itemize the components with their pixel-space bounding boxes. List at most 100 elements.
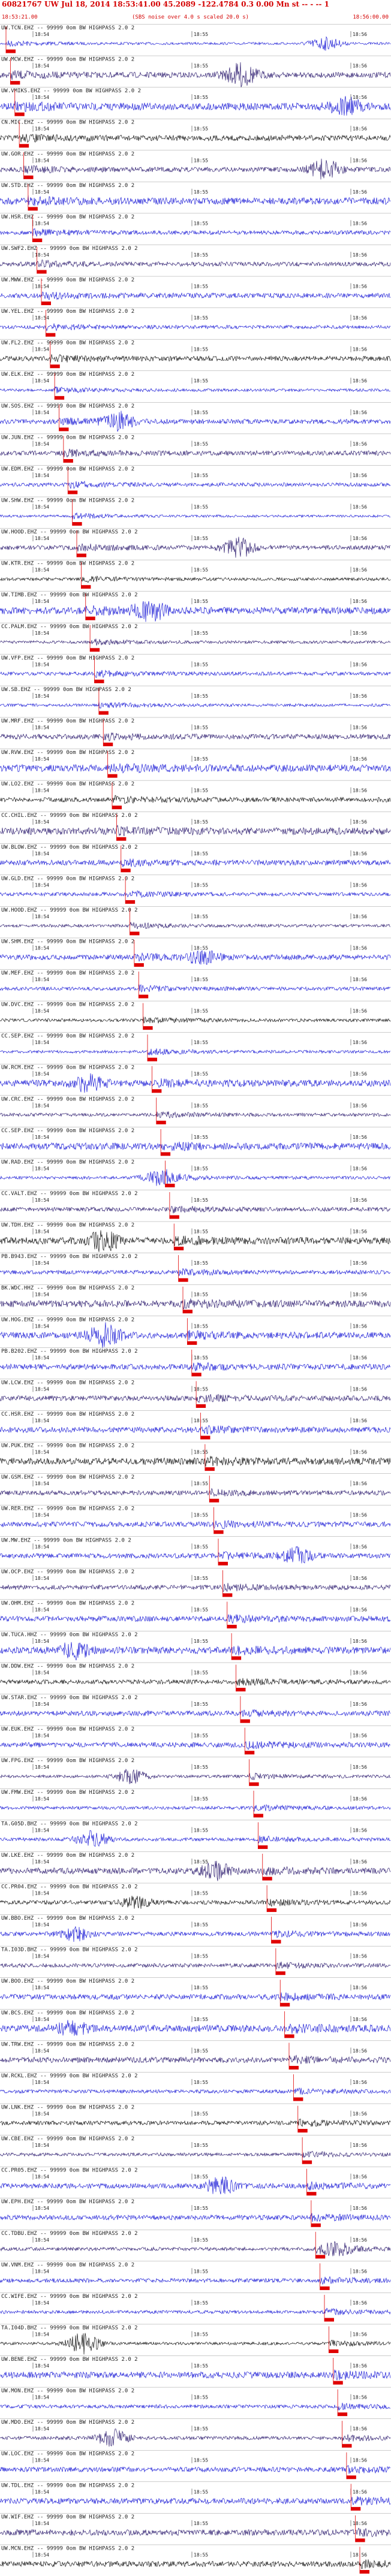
trace-row: UW.SB.EHZ -- 99999 0om BW HIGHPASS 2.0 2… (0, 686, 391, 715)
station-label: UW.BCS.EHZ -- 99999 0om BW HIGHPASS 2.0 … (1, 2010, 134, 2016)
waveform (0, 1678, 391, 1687)
trace-row: CC.VALT.EHZ -- 99999 0om BW HIGHPASS 2.0… (0, 1190, 391, 1219)
phase-pick-marker (130, 931, 140, 936)
trace-row: CC.TDBU.EHZ -- 99999 0om BW HIGHPASS 2.0… (0, 2230, 391, 2259)
time-tick-label: 18:56 (353, 1576, 367, 1581)
phase-pick-marker (311, 2223, 321, 2227)
station-label: UW.CBE.EHZ -- 99999 0om BW HIGHPASS 2.0 … (1, 2136, 134, 2142)
time-tick-label: 18:55 (194, 945, 208, 951)
time-tick-label: 18:54 (35, 914, 49, 919)
waveform (0, 2150, 391, 2158)
phase-pick-marker (183, 1310, 193, 1314)
waveform (0, 1961, 391, 1969)
time-tick-label: 18:56 (353, 1985, 367, 1990)
time-tick-label: 18:54 (35, 1670, 49, 1676)
waveform (0, 1169, 391, 1186)
phase-pick-marker (41, 301, 51, 306)
time-tick-label: 18:55 (194, 693, 208, 699)
time-tick-label: 18:56 (353, 410, 367, 415)
event-title: 60821767 UW Jul 18, 2014 18:53:41.00 45.… (2, 0, 330, 8)
waveform (0, 512, 391, 520)
time-tick-label: 18:54 (35, 1985, 49, 1990)
time-tick-label: 18:54 (35, 2426, 49, 2432)
trace-row: UW.HOG.EHZ -- 99999 0om BW HIGHPASS 2.0 … (0, 1316, 391, 1349)
time-tick-label: 18:56 (353, 2489, 367, 2494)
time-tick-label: 18:54 (35, 441, 49, 447)
time-tick-label: 18:54 (35, 2048, 49, 2053)
plot-header: 60821767 UW Jul 18, 2014 18:53:41.00 45.… (0, 0, 391, 24)
time-tick-label: 18:55 (194, 1670, 208, 1676)
time-tick-label: 18:55 (194, 1103, 208, 1108)
phase-pick-marker (191, 1373, 201, 1377)
time-tick-label: 18:55 (194, 1827, 208, 1833)
station-label: CN.MIC.EHZ -- 99999 0om BW HIGHPASS 2.0 … (1, 120, 134, 126)
time-tick-label: 18:54 (35, 536, 49, 541)
time-tick-label: 18:55 (194, 1891, 208, 1896)
trace-row: TA.G05D.BHZ -- 99999 0om BW HIGHPASS 2.0… (0, 1820, 391, 1849)
station-label: UW.VFP.EHZ -- 99999 0om BW HIGHPASS 2.0 … (1, 655, 134, 661)
trace-row: UW.JUN.EHZ -- 99999 0om BW HIGHPASS 2.0 … (0, 433, 391, 463)
time-tick-label: 18:54 (35, 221, 49, 226)
time-tick-label: 18:55 (194, 1607, 208, 1612)
trace-row: UW.FMW.EHZ -- 99999 0om BW HIGHPASS 2.0 … (0, 1788, 391, 1818)
phase-pick-marker (77, 553, 86, 557)
phase-pick-marker (346, 2475, 356, 2480)
station-label: UW.CRC.EHZ -- 99999 0om BW HIGHPASS 2.0 … (1, 1096, 134, 1102)
waveform (0, 2276, 391, 2285)
time-tick-label: 18:55 (194, 2174, 208, 2180)
waveform (0, 825, 391, 837)
trace-row: CC.HSR.EHZ -- 99999 0om BW HIGHPASS 2.0 … (0, 1410, 391, 1440)
time-tick-label: 18:54 (35, 64, 49, 69)
phase-pick-marker (156, 1120, 166, 1124)
time-tick-label: 18:56 (353, 725, 367, 730)
time-tick-label: 18:55 (194, 1292, 208, 1298)
time-tick-label: 18:56 (353, 1197, 367, 1203)
time-tick-label: 18:56 (353, 1481, 367, 1486)
time-tick-label: 18:54 (35, 2300, 49, 2306)
time-tick-label: 18:54 (35, 631, 49, 636)
station-label: UW.DVC.EHZ -- 99999 0om BW HIGHPASS 2.0 … (1, 1002, 134, 1008)
phase-pick-marker (14, 112, 25, 116)
station-label: UW.SHW.EHZ -- 99999 0om BW HIGHPASS 2.0 … (1, 498, 134, 504)
time-tick-label: 18:55 (194, 851, 208, 856)
trace-row: UW.STAR.EHZ -- 99999 0om BW HIGHPASS 2.0… (0, 1694, 391, 1723)
time-tick-label: 18:56 (353, 2426, 367, 2432)
time-tick-label: 18:55 (194, 2080, 208, 2085)
waveform (0, 795, 391, 804)
time-tick-label: 18:54 (35, 2395, 49, 2400)
time-tick-label: 18:55 (194, 2426, 208, 2432)
waveform (0, 950, 391, 965)
time-tick-label: 18:56 (353, 221, 367, 226)
phase-pick-marker (55, 396, 65, 400)
time-tick-label: 18:55 (194, 347, 208, 352)
time-tick-label: 18:55 (194, 756, 208, 762)
phase-pick-marker (187, 1341, 197, 1345)
phase-pick-marker (240, 1719, 250, 1723)
time-tick-label: 18:56 (353, 1229, 367, 1235)
time-tick-label: 18:54 (35, 2237, 49, 2243)
waveform (0, 1268, 390, 1276)
station-label: UW.MCW.EHZ -- 99999 0om BW HIGHPASS 2.0 … (1, 57, 134, 63)
waveform (0, 2402, 391, 2411)
station-label: UW.KTR.EHZ -- 99999 0om BW HIGHPASS 2.0 … (1, 561, 134, 567)
time-tick-label: 18:54 (35, 347, 49, 352)
time-tick-label: 18:56 (353, 1040, 367, 1045)
trace-row: CC.SEP.EHZ -- 99999 0om BW HIGHPASS 2.0 … (0, 1032, 391, 1061)
time-tick-label: 18:55 (194, 631, 208, 636)
station-label: CC.PR04.EHZ -- 99999 0om BW HIGHPASS 2.0… (1, 1884, 138, 1890)
phase-pick-marker (204, 1467, 215, 1471)
station-label: UW.STAR.EHZ -- 99999 0om BW HIGHPASS 2.0… (1, 1695, 138, 1701)
phase-pick-marker (148, 1057, 157, 1061)
waveform (0, 2241, 391, 2257)
phase-pick-marker (200, 1435, 210, 1440)
time-tick-label: 18:56 (353, 631, 367, 636)
phase-pick-marker (37, 270, 47, 274)
time-tick-label: 18:54 (35, 2080, 49, 2085)
time-tick-label: 18:54 (35, 2206, 49, 2211)
trace-row: UW.EDM.EHZ -- 99999 0om BW HIGHPASS 2.0 … (0, 465, 391, 494)
waveform (0, 2213, 391, 2222)
time-tick-label: 18:54 (35, 1702, 49, 1707)
time-tick-label: 18:54 (35, 756, 49, 762)
time-tick-label: 18:55 (194, 819, 208, 825)
time-tick-label: 18:56 (353, 1607, 367, 1612)
